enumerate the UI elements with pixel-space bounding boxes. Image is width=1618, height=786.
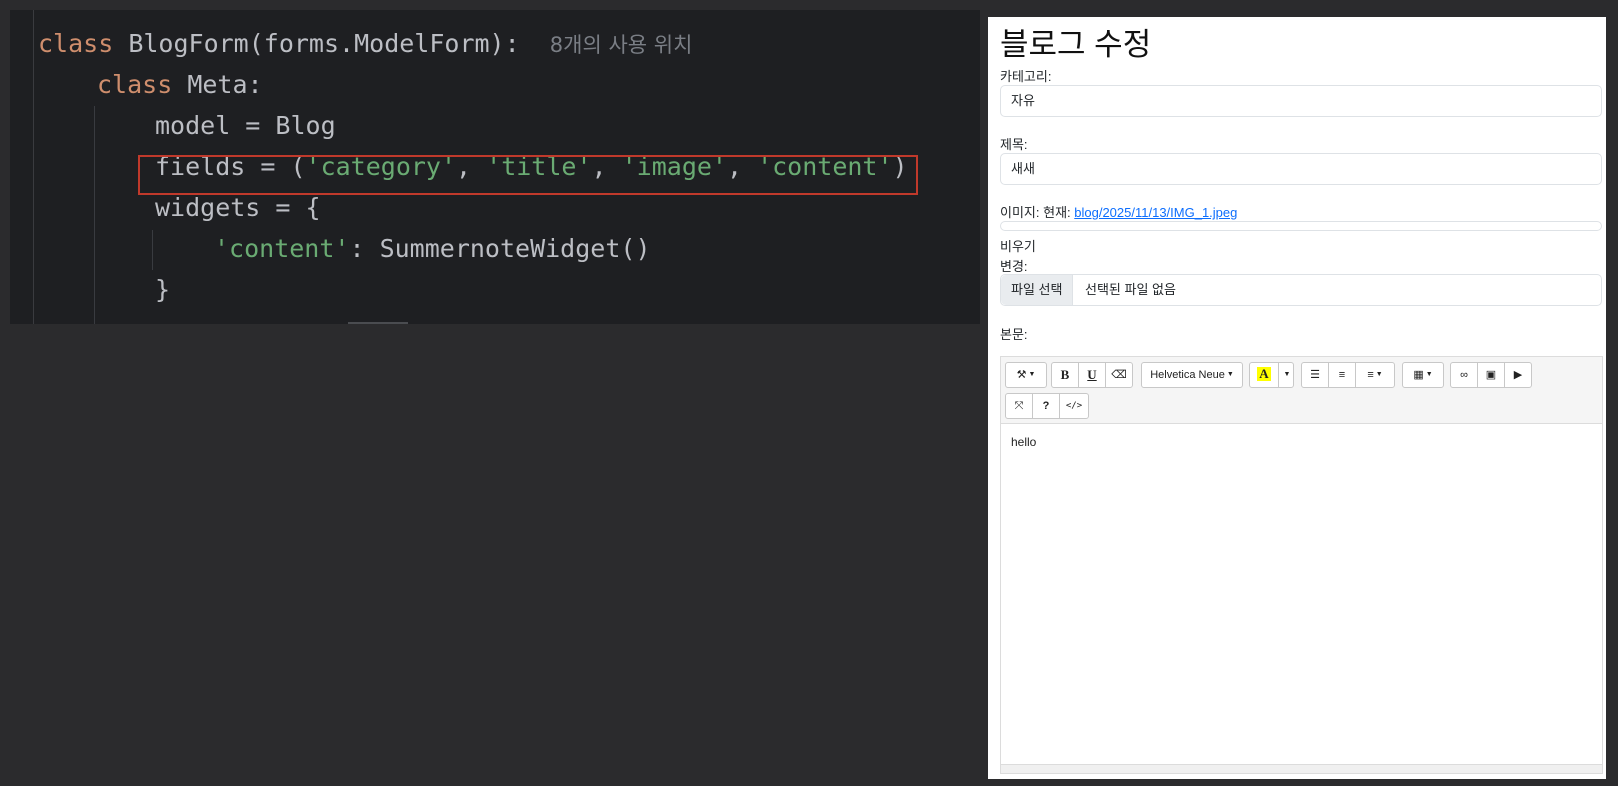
indent-guide — [94, 106, 95, 324]
keyword: class — [97, 70, 173, 99]
chevron-down-icon: ▼ — [1226, 371, 1234, 379]
style-dropdown[interactable]: ⚒ ▼ — [1005, 362, 1047, 388]
link-icon: ∞ — [1460, 369, 1468, 381]
gutter-divider — [33, 10, 34, 324]
highlight-box — [138, 155, 918, 195]
file-status: 선택된 파일 없음 — [1085, 282, 1176, 297]
color-dropdown[interactable]: ▼ — [1278, 362, 1294, 388]
font-family-dropdown[interactable]: Helvetica Neue ▼ — [1141, 362, 1243, 388]
summernote-editor: ⚒ ▼ B U ⌫ Helvetica Neue ▼ A ▼ ☰ ≡ ≡ ▼ ▦ ▼ ∞… — [1000, 356, 1603, 774]
category-label: 카테고리: — [1000, 69, 1052, 84]
code-line-6: 'content': SummernoteWidget() — [214, 233, 651, 265]
image-current-label: 이미지: 현재: — [1000, 205, 1071, 220]
keyword: class — [38, 29, 114, 58]
magic-icon: ⚒ — [1016, 369, 1027, 381]
blog-edit-form: 블로그 수정 카테고리: 자유 제목: 새새 이미지: 현재: blog/202… — [988, 17, 1606, 779]
table-dropdown[interactable]: ▦ ▼ — [1402, 362, 1444, 388]
chevron-down-icon: ▼ — [1028, 371, 1036, 379]
code-editor: class BlogForm(forms.ModelForm): 8개의 사용 … — [10, 10, 980, 324]
help-button[interactable]: ? — [1032, 393, 1060, 419]
unordered-list-button[interactable]: ☰ — [1301, 362, 1329, 388]
file-choose-button[interactable]: 파일 선택 — [1001, 275, 1074, 305]
bold-button[interactable]: B — [1051, 362, 1079, 388]
video-button[interactable]: ▶ — [1504, 362, 1532, 388]
title-input[interactable]: 새새 — [1000, 153, 1602, 185]
code-text: BlogForm(forms.ModelForm): — [113, 29, 520, 58]
code-line-1: class BlogForm(forms.ModelForm): 8개의 사용 … — [38, 28, 692, 61]
code-line-7: } — [155, 275, 171, 304]
page-title: 블로그 수정 — [1000, 27, 1152, 62]
usage-hint[interactable]: 8개의 사용 위치 — [550, 33, 693, 57]
ordered-list-button[interactable]: ≡ — [1328, 362, 1356, 388]
fullscreen-button[interactable]: ⤧ — [1005, 393, 1033, 419]
font-family-label: Helvetica Neue — [1150, 369, 1225, 381]
code-text: Meta: — [172, 70, 263, 99]
code-view-button[interactable]: </> — [1059, 393, 1089, 419]
clear-label[interactable]: 비우기 — [1000, 236, 1036, 255]
editor-resize-bar[interactable] — [1001, 764, 1602, 773]
code-line-2: class Meta: — [97, 69, 263, 101]
current-image-link[interactable]: blog/2025/11/13/IMG_1.jpeg — [1074, 205, 1237, 220]
editor-toolbar: ⚒ ▼ B U ⌫ Helvetica Neue ▼ A ▼ ☰ ≡ ≡ ▼ ▦ ▼ ∞… — [1001, 357, 1602, 424]
underline-button[interactable]: U — [1078, 362, 1106, 388]
eraser-button[interactable]: ⌫ — [1105, 362, 1133, 388]
editor-content[interactable]: hello — [1011, 435, 1036, 449]
numbered-list-icon: ≡ — [1338, 369, 1346, 381]
paragraph-dropdown[interactable]: ≡ ▼ — [1355, 362, 1395, 388]
code-line-3: model = Blog — [155, 111, 336, 140]
image-label: 이미지: 현재: blog/2025/11/13/IMG_1.jpeg — [1000, 202, 1237, 221]
file-input[interactable]: 파일 선택 선택된 파일 없음 — [1000, 274, 1602, 306]
bullet-list-icon: ☰ — [1310, 369, 1320, 381]
category-select[interactable]: 자유 — [1000, 85, 1602, 117]
expand-icon: ⤧ — [1014, 400, 1024, 412]
code-line-5: widgets = { — [155, 193, 321, 222]
code-text: : SummernoteWidget() — [349, 234, 651, 263]
string-literal: 'content' — [214, 234, 350, 263]
picture-button[interactable]: ▣ — [1477, 362, 1505, 388]
content-label: 본문: — [1000, 327, 1028, 342]
align-icon: ≡ — [1367, 369, 1374, 381]
image-icon: ▣ — [1485, 369, 1497, 381]
change-label: 변경: — [1000, 259, 1028, 274]
video-icon: ▶ — [1513, 369, 1523, 381]
eraser-icon: ⌫ — [1111, 369, 1127, 381]
title-label: 제목: — [1000, 137, 1028, 152]
link-button[interactable]: ∞ — [1450, 362, 1478, 388]
highlight-color-icon: A — [1257, 366, 1271, 381]
chevron-down-icon: ▼ — [1283, 371, 1291, 379]
horizontal-scrollbar[interactable] — [348, 322, 408, 324]
table-icon: ▦ — [1413, 369, 1424, 381]
indent-guide — [152, 230, 153, 270]
chevron-down-icon: ▼ — [1425, 371, 1433, 379]
clear-checkbox-row[interactable] — [1000, 221, 1602, 231]
color-button[interactable]: A — [1249, 362, 1279, 388]
chevron-down-icon: ▼ — [1375, 371, 1383, 379]
